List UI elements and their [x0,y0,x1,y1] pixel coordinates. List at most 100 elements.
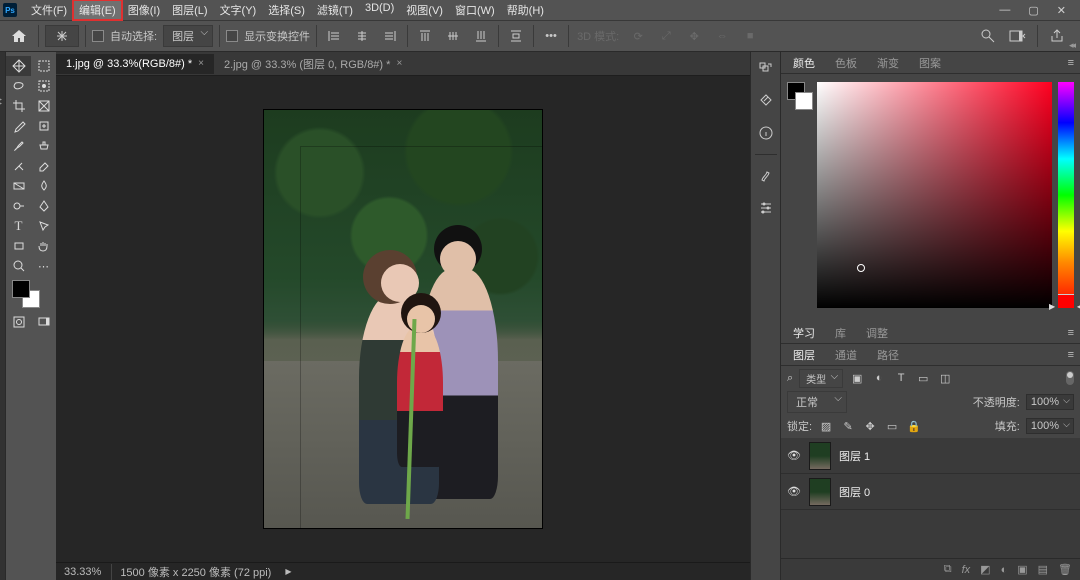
layer-name[interactable]: 图层 0 [839,484,870,500]
healing-tool[interactable] [31,116,56,136]
visibility-icon[interactable]: 👁 [787,485,801,498]
screenmode-tool[interactable] [31,312,56,332]
zoom-tool[interactable] [6,256,31,276]
distribute-icon[interactable] [505,25,527,47]
zoom-readout[interactable]: 33.33% [64,566,101,578]
lock-position-icon[interactable]: ✥ [862,420,878,433]
filter-toggle[interactable] [1066,371,1074,385]
layer-name[interactable]: 图层 1 [839,448,870,464]
panel-tab-色板[interactable]: 色板 [831,53,861,73]
canvas-viewport[interactable] [56,76,750,562]
info-panel-icon[interactable] [755,122,777,144]
maximize-button[interactable]: ▢ [1028,4,1038,17]
hand-tool[interactable] [31,236,56,256]
panel-tab-图层[interactable]: 图层 [789,345,819,365]
align-hcenter-icon[interactable] [351,25,373,47]
rectangle-tool[interactable] [6,236,31,256]
menu-窗口[interactable]: 窗口(W) [449,0,501,20]
move-tool[interactable] [6,56,31,76]
layer-filter-kind[interactable]: 类型 [799,369,843,388]
panel-tab-图案[interactable]: 图案 [915,53,945,73]
menu-3d[interactable]: 3D(D) [359,0,400,20]
layer-thumbnail[interactable] [809,442,831,470]
align-left-icon[interactable] [323,25,345,47]
minimize-button[interactable]: — [999,4,1010,17]
panel-tab-路径[interactable]: 路径 [873,345,903,365]
close-tab-icon[interactable]: × [198,58,204,69]
close-button[interactable]: ✕ [1057,4,1066,17]
path-select-tool[interactable] [31,216,56,236]
clone-stamp-tool[interactable] [31,136,56,156]
panel-swatches[interactable] [787,82,811,314]
show-transform-checkbox[interactable] [226,30,238,42]
filter-type-icon[interactable]: T [893,372,909,384]
crop-tool[interactable] [6,96,31,116]
brush-tool[interactable] [6,136,31,156]
visibility-icon[interactable]: 👁 [787,449,801,462]
menu-滤镜[interactable]: 滤镜(T) [311,0,359,20]
share-icon[interactable] [1046,25,1068,47]
tool-context[interactable] [45,25,79,47]
quickmask-tool[interactable] [6,312,31,332]
fill-value[interactable]: 100% [1026,418,1074,434]
menu-文件[interactable]: 文件(F) [25,0,73,20]
link-layers-icon[interactable]: ⧉ [944,563,952,576]
lock-transparent-icon[interactable]: ▨ [818,420,834,433]
blur-tool[interactable] [31,176,56,196]
close-tab-icon[interactable]: × [396,58,402,69]
status-menu-icon[interactable]: ▶ [285,567,291,576]
dodge-tool[interactable] [6,196,31,216]
filter-smart-icon[interactable]: ◫ [937,372,953,385]
layer-group-icon[interactable]: ▣ [1017,563,1027,576]
eraser-tool[interactable] [31,156,56,176]
brush-settings-panel-icon[interactable] [755,197,777,219]
panel-tab-学习[interactable]: 学习 [789,323,819,343]
menu-视图[interactable]: 视图(V) [400,0,449,20]
adjustment-layer-icon[interactable]: ◐ [1001,564,1008,576]
lasso-tool[interactable] [6,76,31,96]
align-bottom-icon[interactable] [470,25,492,47]
brushes-panel-icon[interactable] [755,165,777,187]
lock-pixels-icon[interactable]: ✎ [840,420,856,433]
menu-编辑[interactable]: 编辑(E) [73,0,122,20]
pen-tool[interactable] [31,196,56,216]
panel-menu-icon[interactable]: ≡ [1068,349,1074,361]
align-top-icon[interactable] [414,25,436,47]
search-icon[interactable] [977,25,999,47]
menu-图像[interactable]: 图像(I) [122,0,166,20]
delete-layer-icon[interactable]: 🗑 [1058,563,1072,576]
filter-pixel-icon[interactable]: ▣ [849,372,865,385]
opacity-value[interactable]: 100% [1026,394,1074,410]
frame-tool[interactable] [31,96,56,116]
foreground-swatch[interactable] [12,280,30,298]
more-align-icon[interactable]: ••• [540,25,562,47]
menu-帮助[interactable]: 帮助(H) [501,0,550,20]
marquee-tool[interactable] [31,56,56,76]
align-vcenter-icon[interactable] [442,25,464,47]
panel-menu-icon[interactable]: ≡ [1068,327,1074,339]
layer-fx-icon[interactable]: fx [962,564,971,576]
hue-slider[interactable] [1058,82,1074,308]
color-field[interactable] [817,82,1052,308]
document-tab[interactable]: 1.jpg @ 33.3%(RGB/8#) *× [56,54,214,74]
eyedropper-tool[interactable] [6,116,31,136]
auto-select-target[interactable]: 图层 [163,25,213,47]
layer-row[interactable]: 👁 图层 0 [781,474,1080,510]
lock-all-icon[interactable]: 🔒 [906,420,922,433]
align-right-icon[interactable] [379,25,401,47]
color-swatches[interactable] [6,276,56,312]
panel-tab-通道[interactable]: 通道 [831,345,861,365]
menu-文字[interactable]: 文字(Y) [214,0,263,20]
collapse-icon[interactable]: ◂◂ [1069,40,1074,51]
menu-图层[interactable]: 图层(L) [166,0,213,20]
home-button[interactable] [6,25,32,47]
lock-artboard-icon[interactable]: ▭ [884,420,900,433]
type-tool[interactable]: T [6,216,31,236]
menu-选择[interactable]: 选择(S) [262,0,311,20]
new-layer-icon[interactable]: ▤ [1038,563,1048,576]
panel-menu-icon[interactable]: ≡ [1068,57,1074,69]
document-image[interactable] [264,110,542,528]
gradient-tool[interactable] [6,176,31,196]
document-tab[interactable]: 2.jpg @ 33.3% (图层 0, RGB/8#) *× [214,52,412,76]
filter-shape-icon[interactable]: ▭ [915,372,931,385]
